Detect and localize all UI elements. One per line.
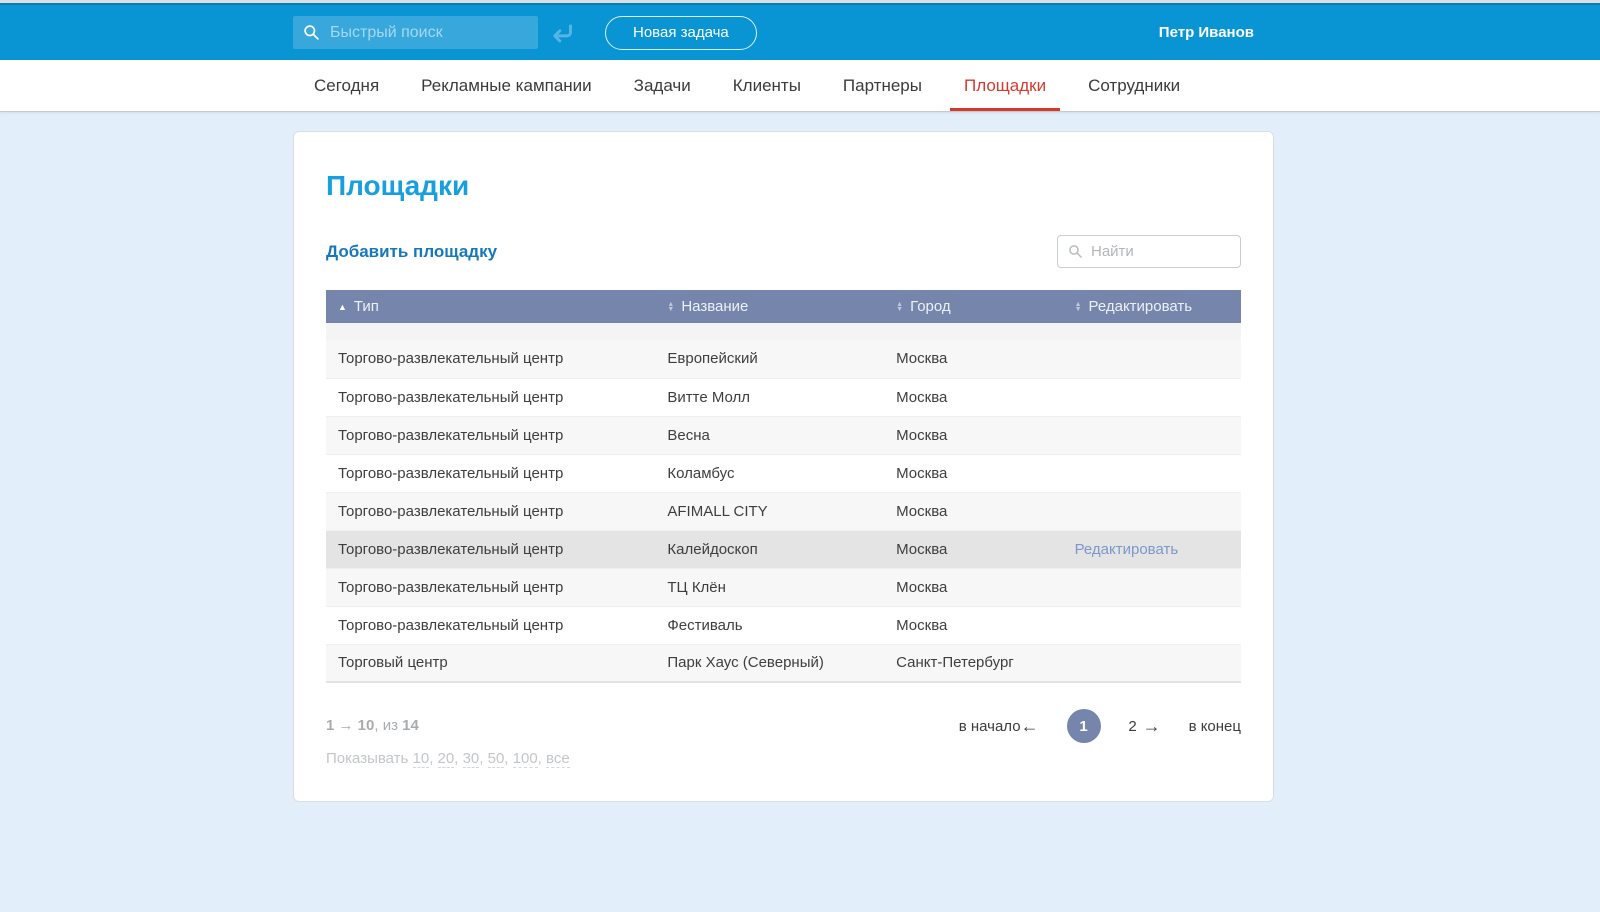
enter-return-icon[interactable]	[548, 19, 575, 46]
cell-name: Парк Хаус (Северный)	[655, 644, 884, 682]
pagination-first-button[interactable]: в начало	[959, 718, 1021, 735]
cell-name: Фестиваль	[655, 606, 884, 644]
sort-both-icon: ▲▼	[667, 302, 674, 312]
table-search-input[interactable]	[1091, 243, 1230, 260]
table-row[interactable]: Торгово-развлекательный центрФестивальМо…	[326, 606, 1241, 644]
cell-city: Москва	[884, 492, 1062, 530]
pagination-next-icon[interactable]: →	[1143, 716, 1161, 737]
column-header-edit[interactable]: ▲▼Редактировать	[1063, 290, 1241, 323]
cell-name: AFIMALL CITY	[655, 492, 884, 530]
cell-city: Москва	[884, 378, 1062, 416]
venues-table: ▲Тип▲▼Название▲▼Город▲▼Редактировать Тор…	[326, 290, 1241, 683]
cell-name: Весна	[655, 416, 884, 454]
cell-name: Европейский	[655, 340, 884, 378]
cell-type: Торгово-развлекательный центр	[326, 606, 655, 644]
cell-name: Витте Молл	[655, 378, 884, 416]
add-venue-button[interactable]: Добавить площадку	[326, 242, 497, 262]
cell-type: Торгово-развлекательный центр	[326, 454, 655, 492]
pagination: в начало ← 1 2 → в конец	[959, 709, 1241, 743]
cell-city: Москва	[884, 606, 1062, 644]
sort-both-icon: ▲▼	[1075, 302, 1082, 312]
edit-row-link	[1063, 416, 1241, 454]
table-spacer-row	[326, 323, 1241, 340]
cell-name: Калейдоскоп	[655, 530, 884, 568]
page-title: Площадки	[326, 170, 1241, 202]
column-header-city[interactable]: ▲▼Город	[884, 290, 1062, 323]
table-row[interactable]: Торгово-развлекательный центрВитте МоллМ…	[326, 378, 1241, 416]
sort-both-icon: ▲▼	[896, 302, 903, 312]
cell-type: Торгово-развлекательный центр	[326, 340, 655, 378]
table-row[interactable]: Торгово-развлекательный центрКоламбусМос…	[326, 454, 1241, 492]
edit-row-link	[1063, 454, 1241, 492]
table-search-box[interactable]	[1057, 235, 1241, 268]
cell-city: Москва	[884, 454, 1062, 492]
table-row[interactable]: Торгово-развлекательный центрКалейдоскоп…	[326, 530, 1241, 568]
cell-type: Торгово-развлекательный центр	[326, 492, 655, 530]
edit-row-link	[1063, 340, 1241, 378]
page-size-option[interactable]: 100	[513, 750, 538, 768]
edit-row-link	[1063, 492, 1241, 530]
page-size-option[interactable]: 30	[463, 750, 480, 768]
quick-search-input[interactable]	[330, 24, 537, 42]
topbar: Новая задача Петр Иванов	[0, 3, 1600, 60]
footer-left: 1 → 10, из 14 Показывать 10, 20, 30, 50,…	[326, 709, 570, 767]
table-row[interactable]: Торгово-развлекательный центрAFIMALL CIT…	[326, 492, 1241, 530]
page-button-1[interactable]: 1	[1067, 709, 1101, 743]
quick-search-box[interactable]	[293, 16, 538, 49]
edit-row-link[interactable]: Редактировать	[1063, 530, 1241, 568]
edit-row-link	[1063, 606, 1241, 644]
search-icon	[303, 24, 320, 41]
cell-type: Торгово-развлекательный центр	[326, 530, 655, 568]
cell-city: Москва	[884, 416, 1062, 454]
search-icon	[1068, 244, 1083, 259]
nav-tab-employees[interactable]: Сотрудники	[1074, 60, 1194, 111]
cell-name: Коламбус	[655, 454, 884, 492]
page-size-option[interactable]: 10	[413, 750, 430, 768]
table-row[interactable]: Торгово-развлекательный центрТЦ КлёнМоск…	[326, 568, 1241, 606]
cell-city: Москва	[884, 340, 1062, 378]
column-header-type[interactable]: ▲Тип	[326, 290, 655, 323]
cell-city: Санкт-Петербург	[884, 644, 1062, 682]
cell-city: Москва	[884, 568, 1062, 606]
table-row[interactable]: Торговый центрПарк Хаус (Северный)Санкт-…	[326, 644, 1241, 682]
edit-row-link	[1063, 378, 1241, 416]
page-size-option[interactable]: все	[546, 750, 570, 768]
venues-card: Площадки Добавить площадку ▲Тип▲▼Названи…	[293, 131, 1274, 802]
column-header-name[interactable]: ▲▼Название	[655, 290, 884, 323]
page-size-option[interactable]: 50	[488, 750, 505, 768]
sort-asc-icon: ▲	[338, 303, 347, 312]
edit-row-link	[1063, 644, 1241, 682]
edit-row-link	[1063, 568, 1241, 606]
nav-tab-tasks[interactable]: Задачи	[620, 60, 705, 111]
main-navigation: Сегодня Рекламные кампании Задачи Клиенты Па…	[0, 60, 1600, 112]
records-range: 1 → 10, из 14	[326, 717, 570, 734]
user-name[interactable]: Петр Иванов	[1159, 24, 1274, 41]
page-size-selector: Показывать 10, 20, 30, 50, 100, все	[326, 750, 570, 767]
cell-type: Торгово-развлекательный центр	[326, 378, 655, 416]
nav-tab-today[interactable]: Сегодня	[300, 60, 393, 111]
nav-tab-campaigns[interactable]: Рекламные кампании	[407, 60, 606, 111]
cell-name: ТЦ Клён	[655, 568, 884, 606]
cell-city: Москва	[884, 530, 1062, 568]
table-row[interactable]: Торгово-развлекательный центрВеснаМосква	[326, 416, 1241, 454]
nav-tab-partners[interactable]: Партнеры	[829, 60, 936, 111]
cell-type: Торгово-развлекательный центр	[326, 416, 655, 454]
pagination-last-button[interactable]: в конец	[1189, 718, 1241, 735]
table-row[interactable]: Торгово-развлекательный центрЕвропейский…	[326, 340, 1241, 378]
page-size-option[interactable]: 20	[438, 750, 455, 768]
cell-type: Торговый центр	[326, 644, 655, 682]
nav-tab-venues[interactable]: Площадки	[950, 60, 1060, 111]
new-task-button[interactable]: Новая задача	[605, 16, 757, 50]
page-button-2[interactable]: 2	[1123, 718, 1143, 735]
pagination-prev-icon[interactable]: ←	[1021, 716, 1039, 737]
nav-tab-clients[interactable]: Клиенты	[719, 60, 815, 111]
cell-type: Торгово-развлекательный центр	[326, 568, 655, 606]
